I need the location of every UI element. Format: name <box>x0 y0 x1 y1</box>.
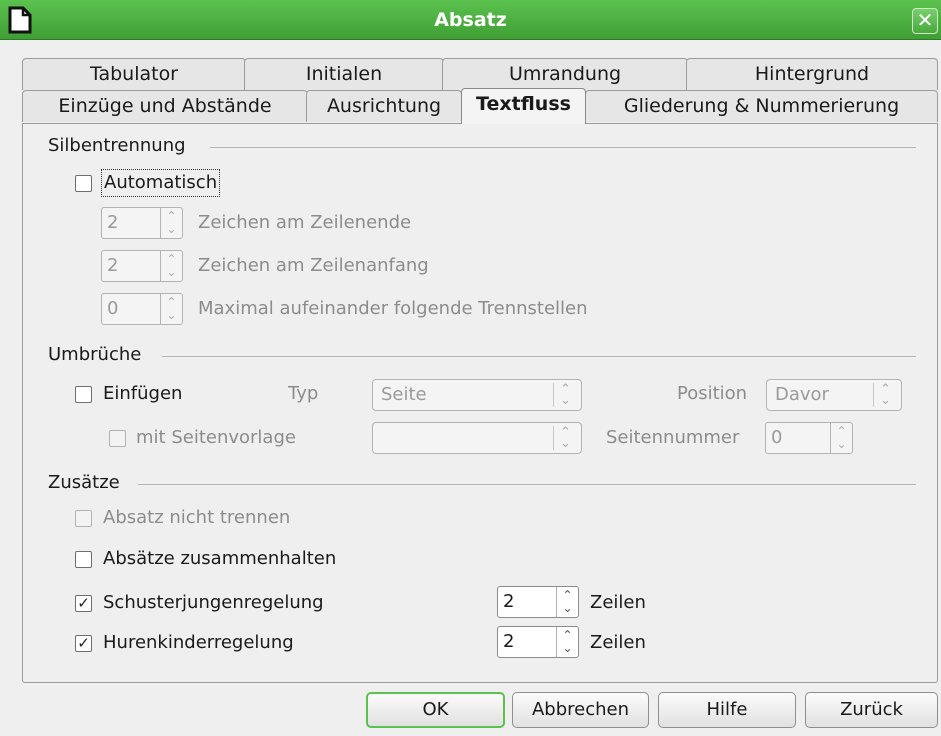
tab-gliederung-nummerierung[interactable]: Gliederung & Nummerierung <box>585 90 938 122</box>
zeichen-zeilenanfang-label: Zeichen am Zeilenanfang <box>198 255 429 276</box>
abbrechen-button[interactable]: Abbrechen <box>512 692 649 728</box>
absaetze-zusammenhalten-label: Absätze zusammenhalten <box>103 548 337 569</box>
ok-button[interactable]: OK <box>366 692 505 728</box>
spin-arrows-icon[interactable]: ⌃ ⌄ <box>160 294 182 324</box>
tab-umrandung[interactable]: Umrandung <box>442 58 688 90</box>
zeichen-zeilenanfang-spinbox[interactable]: 2 ⌃ ⌄ <box>101 250 183 282</box>
absatz-nicht-trennen-checkbox[interactable] <box>75 510 92 527</box>
max-trennstellen-label: Maximal aufeinander folgende Trennstelle… <box>198 298 588 319</box>
spin-value: 2 <box>503 591 515 612</box>
automatisch-checkbox[interactable] <box>75 175 92 192</box>
position-select-value: Davor <box>775 384 829 405</box>
title-bar[interactable]: Absatz ✕ <box>0 0 941 40</box>
schusterjungen-checkbox[interactable]: ✓ <box>75 595 92 612</box>
section-divider <box>210 147 916 148</box>
section-divider <box>162 356 916 357</box>
close-icon[interactable]: ✕ <box>912 8 938 34</box>
typ-select[interactable]: Seite ⌃ ⌄ <box>372 379 582 411</box>
typ-label: Typ <box>288 383 319 404</box>
hilfe-button[interactable]: Hilfe <box>658 692 796 728</box>
section-silbentrennung-title: Silbentrennung <box>48 135 186 156</box>
spin-arrows-icon[interactable]: ⌃ ⌄ <box>556 587 578 617</box>
hurenkinder-unit-label: Zeilen <box>590 632 646 653</box>
tab-hintergrund[interactable]: Hintergrund <box>686 58 938 90</box>
spin-value: 2 <box>107 255 119 276</box>
section-zusaetze-title: Zusätze <box>48 472 120 493</box>
schusterjungen-unit-label: Zeilen <box>590 592 646 613</box>
spin-value: 0 <box>771 427 783 448</box>
spin-value: 0 <box>107 298 119 319</box>
absatz-nicht-trennen-label: Absatz nicht trennen <box>103 507 291 528</box>
hurenkinder-label: Hurenkinderregelung <box>103 632 294 653</box>
typ-select-value: Seite <box>381 384 427 405</box>
einfuegen-checkbox[interactable] <box>75 386 92 403</box>
spin-arrows-icon[interactable]: ⌃ ⌄ <box>160 208 182 238</box>
automatisch-label[interactable]: Automatisch <box>101 169 221 197</box>
tab-einzuege-und-abstaende[interactable]: Einzüge und Abstände <box>22 90 308 122</box>
tab-initialen[interactable]: Initialen <box>244 58 444 90</box>
window-title: Absatz <box>434 9 507 31</box>
section-umbrueche-title: Umbrüche <box>48 344 142 365</box>
tab-textfluss[interactable]: Textfluss <box>461 88 586 124</box>
spin-value: 2 <box>503 631 515 652</box>
seitennummer-spinbox[interactable]: 0 ⌃ ⌄ <box>765 422 853 454</box>
zurueck-button[interactable]: Zurück <box>805 692 938 728</box>
schusterjungen-label: Schusterjungenregelung <box>103 592 324 613</box>
hurenkinder-zeilen-spinbox[interactable]: 2 ⌃ ⌄ <box>497 626 579 658</box>
spin-arrows-icon[interactable]: ⌃ ⌄ <box>830 423 852 453</box>
seitenvorlage-select[interactable]: ⌃ ⌄ <box>372 422 582 454</box>
spin-arrows-icon[interactable]: ⌃ ⌄ <box>160 251 182 281</box>
chevron-updown-icon: ⌃ ⌄ <box>873 383 897 407</box>
chevron-updown-icon: ⌃ ⌄ <box>553 383 577 407</box>
position-select[interactable]: Davor ⌃ ⌄ <box>766 379 902 411</box>
schusterjungen-zeilen-spinbox[interactable]: 2 ⌃ ⌄ <box>497 586 579 618</box>
mit-seitenvorlage-label: mit Seitenvorlage <box>136 427 296 448</box>
chevron-updown-icon: ⌃ ⌄ <box>553 426 577 450</box>
position-label: Position <box>677 383 748 404</box>
tab-tabulator[interactable]: Tabulator <box>22 58 246 90</box>
absaetze-zusammenhalten-checkbox[interactable] <box>75 551 92 568</box>
max-trennstellen-spinbox[interactable]: 0 ⌃ ⌄ <box>101 293 183 325</box>
einfuegen-label: Einfügen <box>103 383 183 404</box>
zeichen-zeilenende-label: Zeichen am Zeilenende <box>198 212 412 233</box>
spin-arrows-icon[interactable]: ⌃ ⌄ <box>556 627 578 657</box>
section-divider <box>138 484 916 485</box>
seitennummer-label: Seitennummer <box>606 427 740 448</box>
tab-ausrichtung[interactable]: Ausrichtung <box>306 90 462 122</box>
mit-seitenvorlage-checkbox[interactable] <box>109 430 126 447</box>
hurenkinder-checkbox[interactable]: ✓ <box>75 635 92 652</box>
spin-value: 2 <box>107 212 119 233</box>
zeichen-zeilenende-spinbox[interactable]: 2 ⌃ ⌄ <box>101 207 183 239</box>
